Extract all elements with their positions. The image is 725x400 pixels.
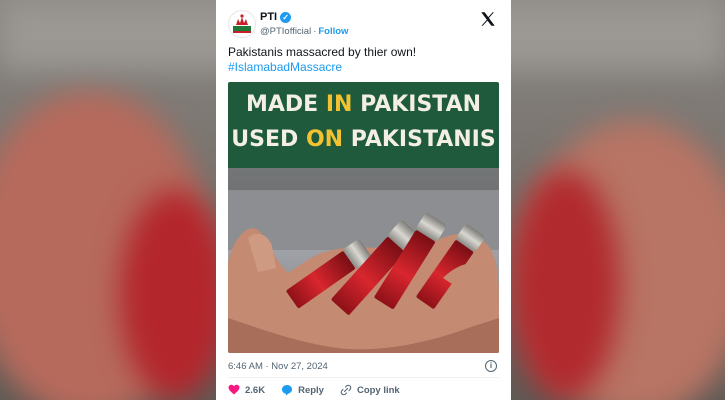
timestamp[interactable]: 6:46 AM · Nov 27, 2024 — [228, 361, 328, 372]
handle[interactable]: @PTIofficial — [260, 26, 311, 37]
banner-line-2-start: USED — [231, 127, 306, 152]
link-icon — [340, 384, 352, 396]
banner-line-1-start: MADE — [245, 92, 326, 117]
reply-icon — [282, 385, 293, 396]
divider — [228, 377, 499, 378]
banner-line-1-end: PAKISTAN — [352, 92, 482, 117]
info-icon[interactable]: i — [485, 360, 497, 372]
blurred-shell-left — [120, 190, 230, 400]
verified-badge-icon: ✓ — [280, 11, 292, 23]
hashtag-link[interactable]: #IslamabadMassacre — [228, 60, 498, 75]
blurred-shell-right — [510, 170, 620, 400]
reply-button[interactable]: Reply — [281, 384, 324, 396]
x-logo-icon[interactable] — [479, 10, 497, 28]
image-banner: MADE IN PAKISTAN USED ON PAKISTANIS — [228, 82, 499, 168]
tweet-text: Pakistanis massacred by thier own! #Isla… — [228, 45, 498, 75]
tweet-image[interactable]: MADE IN PAKISTAN USED ON PAKISTANIS — [228, 82, 499, 353]
avatar[interactable] — [228, 10, 256, 38]
tweet-body: Pakistanis massacred by thier own! — [228, 45, 417, 59]
tweet-header: PTI ✓ @PTIofficial · Follow — [228, 8, 499, 40]
like-count: 2.6K — [245, 384, 266, 396]
banner-line-2-end: PAKISTANIS — [343, 127, 496, 152]
shotgun-shells-photo — [228, 168, 499, 353]
reply-label: Reply — [298, 384, 324, 396]
follow-button[interactable]: Follow — [318, 26, 348, 37]
banner-line-1-highlight: IN — [325, 92, 353, 117]
pti-logo-icon — [233, 14, 251, 33]
tweet-card: PTI ✓ @PTIofficial · Follow Pakistanis mas… — [216, 0, 511, 400]
banner-line-2-highlight: ON — [305, 127, 344, 152]
banner-line-1: MADE IN PAKISTAN — [228, 92, 499, 117]
copy-link-button[interactable]: Copy link — [340, 384, 400, 396]
banner-line-2: USED ON PAKISTANIS — [228, 127, 499, 152]
action-bar: 2.6K Reply Copy link — [228, 384, 416, 396]
handle-row: @PTIofficial · Follow — [260, 26, 348, 37]
like-button[interactable]: 2.6K — [228, 384, 265, 396]
display-name-text: PTI — [260, 11, 278, 23]
heart-icon — [228, 384, 240, 395]
display-name[interactable]: PTI ✓ — [260, 11, 292, 23]
copy-link-label: Copy link — [356, 384, 400, 396]
separator: · — [313, 26, 317, 37]
